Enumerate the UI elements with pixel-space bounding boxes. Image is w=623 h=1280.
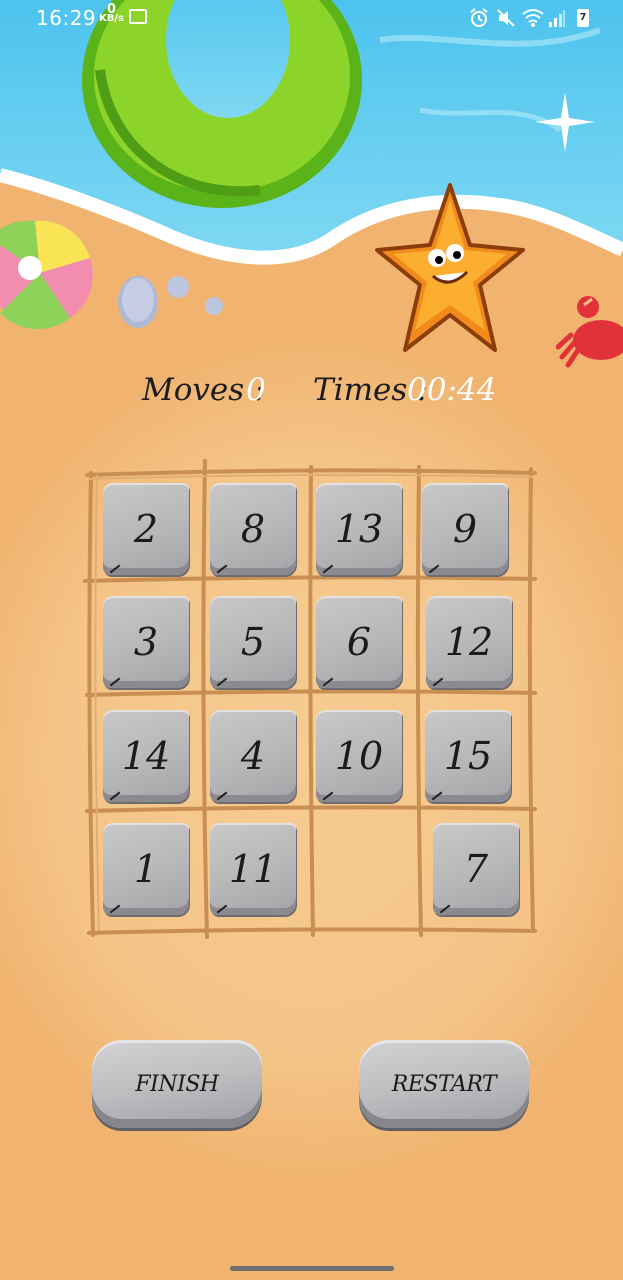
wifi-icon bbox=[522, 9, 544, 27]
puzzle-tile[interactable]: 6 bbox=[316, 596, 402, 688]
signal-icon bbox=[549, 10, 565, 27]
puzzle-tile[interactable]: 15 bbox=[425, 710, 511, 802]
pebble-icon bbox=[118, 276, 223, 328]
puzzle-tile[interactable]: 10 bbox=[316, 710, 402, 802]
puzzle-tile[interactable]: 13 bbox=[316, 483, 402, 575]
restart-button[interactable]: RESTART bbox=[359, 1040, 529, 1128]
puzzle-tile[interactable]: 1 bbox=[103, 823, 189, 915]
moves-value: 0 bbox=[246, 372, 266, 408]
puzzle-tile[interactable]: 8 bbox=[210, 483, 296, 575]
net-speed-unit: KB/s bbox=[99, 13, 124, 24]
home-indicator[interactable] bbox=[230, 1266, 394, 1271]
battery-icon: 7 bbox=[577, 9, 589, 27]
puzzle-board: 2 8 13 9 3 5 6 12 14 4 10 15 1 11 7 bbox=[83, 455, 539, 939]
puzzle-tile[interactable]: 7 bbox=[433, 823, 519, 915]
beach-ball-icon bbox=[0, 220, 93, 330]
puzzle-tile[interactable]: 11 bbox=[210, 823, 296, 915]
times-value: 00:44 bbox=[407, 372, 497, 408]
mute-icon bbox=[497, 9, 515, 27]
finish-button[interactable]: FINISH bbox=[92, 1040, 262, 1128]
empty-slot[interactable] bbox=[316, 823, 402, 915]
alarm-icon bbox=[470, 8, 488, 27]
starfish-icon bbox=[375, 183, 525, 352]
status-bar: 16:29 0 KB/s 7 bbox=[0, 0, 623, 36]
gallery-notification-icon bbox=[129, 9, 147, 24]
puzzle-tile[interactable]: 5 bbox=[210, 596, 296, 688]
hud: Moves : 0 Times : 00:44 bbox=[0, 372, 623, 422]
status-time: 16:29 bbox=[36, 6, 97, 30]
puzzle-tile[interactable]: 3 bbox=[103, 596, 189, 688]
net-speed-indicator: 0 KB/s bbox=[99, 3, 124, 24]
puzzle-tile[interactable]: 14 bbox=[103, 710, 189, 802]
puzzle-tile[interactable]: 12 bbox=[426, 596, 512, 688]
crab-icon bbox=[556, 296, 623, 368]
puzzle-tile[interactable]: 9 bbox=[422, 483, 508, 575]
puzzle-tile[interactable]: 2 bbox=[103, 483, 189, 575]
puzzle-tile[interactable]: 4 bbox=[210, 710, 296, 802]
